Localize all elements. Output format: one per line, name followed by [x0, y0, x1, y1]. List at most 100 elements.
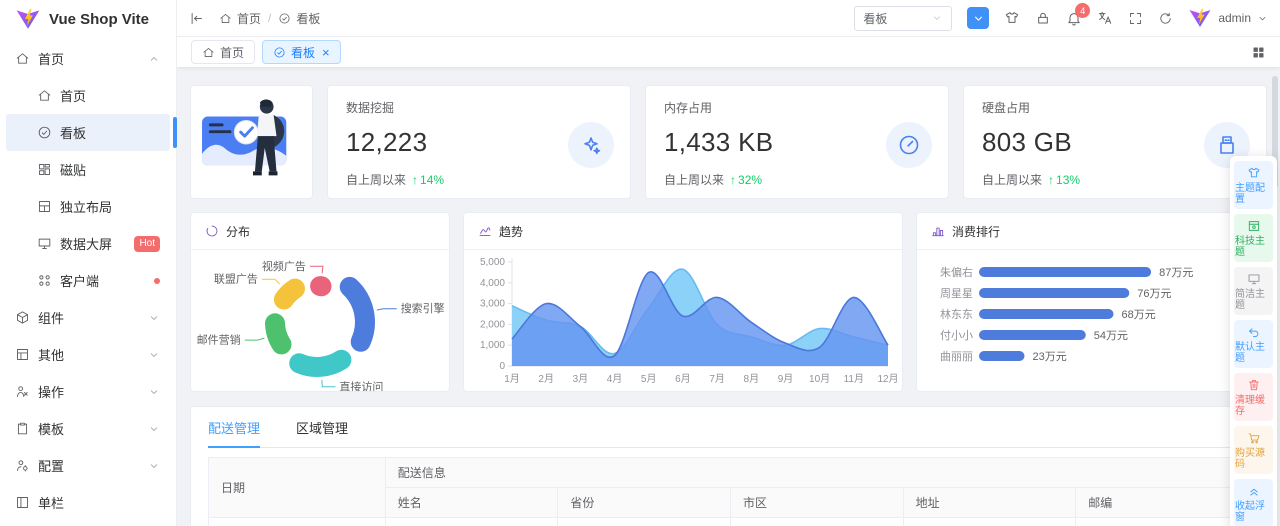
tab-区域管理[interactable]: 区域管理	[296, 407, 348, 447]
menu-search-select[interactable]: 看板	[854, 5, 953, 31]
sidebar-item-extra	[154, 277, 160, 284]
app-logo[interactable]: Vue Shop Vite	[0, 0, 176, 38]
svg-text:0: 0	[499, 361, 505, 372]
theme-button-科技主题[interactable]: 科技主题	[1234, 214, 1273, 262]
chart-canvas: 朱偏右 87万元 周星星 76万元 林东东 68万元 付小小 54万元 曲丽丽 23万元	[917, 250, 1264, 391]
shirt-icon	[1247, 166, 1261, 180]
chevron-down-icon	[148, 349, 160, 361]
svg-text:9月: 9月	[778, 373, 794, 385]
stat-card-硬盘占用: 硬盘占用 803 GB 自上周以来 ↑ 13%	[963, 85, 1267, 199]
translate-icon[interactable]	[1097, 10, 1113, 26]
svg-text:5,000: 5,000	[480, 257, 505, 268]
top-header: 首页 / 看板 看板 4 admin	[177, 0, 1280, 37]
chevron-up-icon	[148, 53, 160, 65]
svg-text:10月: 10月	[809, 373, 830, 385]
sidebar-item-操作[interactable]: 操作	[6, 373, 170, 410]
tab-配送管理[interactable]: 配送管理	[208, 407, 261, 448]
sidebar-item-单栏[interactable]: 单栏	[6, 484, 170, 521]
tab-label: 看板	[291, 45, 316, 60]
stat-title: 内存占用	[664, 101, 713, 115]
svg-text:1,000: 1,000	[480, 340, 505, 351]
delivery-table-wrap: 日期配送信息 姓名省份市区地址邮编2016-05-03王小虎上海普陀区上海市普陀…	[208, 457, 1250, 526]
theme-button-主题配置[interactable]: 主题配置	[1234, 161, 1273, 209]
active-indicator	[173, 117, 177, 148]
table-cell: 普陀区	[730, 517, 904, 526]
sidebar-item-label: 独立布局	[60, 200, 113, 215]
user-menu[interactable]: admin	[1188, 6, 1268, 30]
svg-text:视频广告: 视频广告	[262, 259, 306, 273]
sidebar-item-模板[interactable]: 模板	[6, 410, 170, 447]
config-icon	[15, 458, 30, 473]
theme-button-清理缓存[interactable]: 清理缓存	[1234, 373, 1273, 421]
trash-icon	[1247, 378, 1261, 392]
sidebar-item-数据大屏[interactable]: 数据大屏 Hot	[6, 225, 170, 262]
sidebar-item-首页[interactable]: 首页	[6, 77, 170, 114]
col-header-邮编: 邮编	[1075, 487, 1249, 518]
stat-delta: ↑ 13%	[1048, 172, 1081, 187]
dashboard-content: 数据挖掘 12,223 自上周以来 ↑ 14% 内存占用 1,433 KB 自上周…	[177, 67, 1280, 526]
sidebar-collapse-icon[interactable]	[189, 11, 204, 26]
monitor-icon	[1247, 272, 1261, 286]
theme-button-label: 收起浮窗	[1235, 501, 1265, 523]
sidebar-item-独立布局[interactable]: 独立布局	[6, 188, 170, 225]
svg-text:4,000: 4,000	[480, 278, 505, 289]
theme-button-收起浮窗[interactable]: 收起浮窗	[1234, 479, 1273, 526]
svg-text:6月: 6月	[675, 373, 691, 385]
fullscreen-icon[interactable]	[1128, 11, 1143, 26]
svg-text:曲丽丽: 曲丽丽	[940, 350, 973, 363]
search-confirm-button[interactable]	[967, 7, 990, 29]
svg-text:87万元: 87万元	[1159, 267, 1193, 279]
chart-title: 分布	[226, 224, 251, 239]
theme-shirt-icon[interactable]	[1004, 10, 1020, 26]
theme-button-购买源码[interactable]: 购买源码	[1234, 426, 1273, 474]
sidebar-item-客户端[interactable]: 客户端	[6, 262, 170, 299]
stat-delta: ↑ 32%	[730, 172, 763, 187]
welcome-illustration	[190, 85, 313, 199]
sidebar-item-看板[interactable]: 看板	[6, 114, 177, 151]
pie-chart-icon	[205, 224, 219, 238]
theme-float-panel: 主题配置科技主题简洁主题默认主题清理缓存购买源码收起浮窗	[1230, 156, 1277, 526]
svg-text:68万元: 68万元	[1122, 309, 1156, 321]
chevron-down-icon	[148, 312, 160, 324]
sidebar-item-组件[interactable]: 组件	[6, 299, 170, 336]
svg-text:联盟广告: 联盟广告	[214, 273, 258, 286]
tab-看板[interactable]: 看板 ×	[262, 40, 341, 64]
open-tabs: 首页 看板 ×	[191, 40, 341, 64]
group-header: 配送信息	[384, 457, 1250, 488]
fold-up-icon	[1247, 484, 1261, 498]
table-row[interactable]: 2016-05-03王小虎上海普陀区上海市普陀区金沙江路 1518 弄20033…	[208, 517, 1249, 526]
home-icon	[219, 12, 232, 25]
lock-screen-icon[interactable]	[1035, 10, 1051, 26]
sidebar-item-配置[interactable]: 配置	[6, 447, 170, 484]
close-icon[interactable]: ×	[322, 46, 330, 59]
theme-button-简洁主题[interactable]: 简洁主题	[1234, 267, 1273, 315]
sidebar-item-首页[interactable]: 首页	[6, 40, 170, 77]
svg-text:7月: 7月	[709, 373, 725, 385]
theme-button-默认主题[interactable]: 默认主题	[1234, 320, 1273, 368]
chevron-down-icon	[148, 460, 160, 472]
breadcrumb-home[interactable]: 首页	[219, 10, 261, 27]
breadcrumb-current[interactable]: 看板	[278, 10, 320, 27]
charts-row: 分布 视频广告 搜索引擎 直接访问 邮件营销 联盟广告 趋势 0 1,000 2,000 3,000…	[190, 212, 1267, 392]
tab-首页[interactable]: 首页	[191, 40, 256, 64]
refresh-icon[interactable]	[1158, 11, 1173, 26]
table-cell: 王小虎	[384, 517, 559, 526]
svg-text:76万元: 76万元	[1137, 288, 1171, 300]
tag-menu-icon[interactable]	[1251, 45, 1266, 60]
col-header-姓名: 姓名	[384, 487, 559, 518]
table-cell: 上海	[557, 517, 732, 526]
breadcrumb-separator: /	[268, 11, 272, 25]
chevron-down-icon	[1257, 13, 1268, 24]
sidebar-item-其他[interactable]: 其他	[6, 336, 170, 373]
sidebar-item-label: 客户端	[60, 274, 100, 289]
theme-button-label: 默认主题	[1235, 342, 1265, 364]
sidebar-item-label: 其他	[38, 348, 65, 363]
svg-text:3,000: 3,000	[480, 299, 505, 310]
stat-footer-label: 自上周以来	[346, 173, 407, 187]
notification-bell-icon[interactable]: 4	[1066, 3, 1091, 26]
sidebar-item-label: 看板	[60, 126, 87, 141]
theme-button-label: 主题配置	[1235, 183, 1265, 205]
chevron-down-icon	[148, 423, 160, 435]
sidebar-item-磁贴[interactable]: 磁贴	[6, 151, 170, 188]
hot-badge: Hot	[134, 235, 160, 252]
